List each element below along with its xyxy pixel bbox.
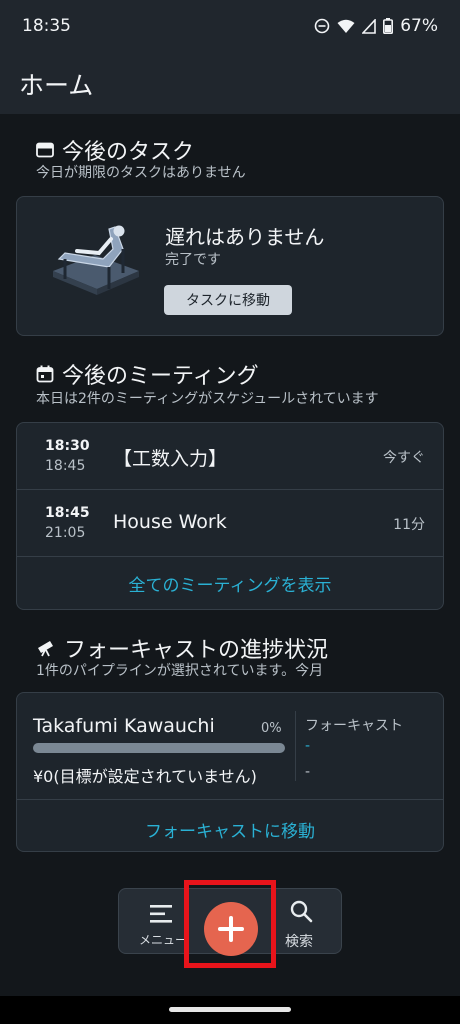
meetings-section-subtitle: 本日は2件のミーティングがスケジュールされています <box>36 391 379 407</box>
search-label: 検索 <box>285 934 313 950</box>
show-all-meetings-link[interactable]: 全てのミーティングを表示 <box>17 571 443 596</box>
relaxing-person-illustration <box>53 225 139 295</box>
meeting-title: 【工数入力】 <box>113 448 228 470</box>
meeting-start-relative: 今すぐ <box>383 450 425 466</box>
highlight-box <box>184 880 276 968</box>
forecast-section-subtitle: 1件のパイプラインが選択されています。今月 <box>36 663 324 679</box>
forecast-secondary-value: - <box>305 764 311 780</box>
go-to-tasks-button[interactable]: タスクに移動 <box>164 285 292 315</box>
telescope-icon <box>38 641 53 657</box>
battery-percent: 67% <box>400 16 438 36</box>
status-icons: 67% <box>314 16 438 36</box>
home-content[interactable]: 今後のタスク 今日が期限のタスクはありません 遅れはありません 完了です タスク… <box>0 114 460 996</box>
cell-signal-icon <box>362 18 377 34</box>
gesture-handle[interactable] <box>169 1007 291 1012</box>
forecast-value: - <box>305 738 311 754</box>
meeting-row[interactable]: 18:30 18:45 【工数入力】 今すぐ <box>17 423 443 490</box>
status-bar: 18:35 67% <box>0 0 460 52</box>
forecast-amount: ¥0(目標が設定されていません) <box>33 767 257 786</box>
do-not-disturb-icon <box>314 18 330 34</box>
tasks-section-subtitle: 今日が期限のタスクはありません <box>36 165 246 181</box>
task-card: 遅れはありません 完了です タスクに移動 <box>16 196 444 336</box>
status-time: 18:35 <box>22 16 71 36</box>
task-tray-icon <box>36 142 54 158</box>
forecast-user-name: Takafumi Kawauchi <box>33 715 215 737</box>
go-to-forecast-link[interactable]: フォーキャストに移動 <box>17 817 443 842</box>
meeting-title: House Work <box>113 511 227 533</box>
search-icon <box>290 900 313 923</box>
meetings-section-header: 今後のミーティング <box>36 358 259 390</box>
meeting-start-time: 18:45 <box>45 505 90 521</box>
meeting-start-relative: 11分 <box>393 517 425 533</box>
meeting-end-time: 21:05 <box>45 525 86 541</box>
forecast-card-divider <box>17 799 443 800</box>
app-bar: ホーム <box>0 52 460 114</box>
task-card-subtitle: 完了です <box>165 252 221 268</box>
battery-icon <box>383 18 394 34</box>
system-nav-bar <box>0 996 460 1024</box>
menu-icon <box>150 905 172 923</box>
forecast-card: Takafumi Kawauchi 0% ¥0(目標が設定されていません) フォ… <box>16 692 444 852</box>
menu-label: メニュー <box>139 933 188 947</box>
forecast-label: フォーキャスト <box>305 718 403 734</box>
forecast-divider <box>295 711 296 781</box>
meeting-start-time: 18:30 <box>45 438 90 454</box>
forecast-progress-bar <box>33 743 285 753</box>
page-title: ホーム <box>19 71 94 100</box>
wifi-icon <box>337 19 355 33</box>
search-button[interactable]: 検索 <box>269 889 343 955</box>
meeting-end-time: 18:45 <box>45 458 86 474</box>
forecast-percent: 0% <box>261 721 282 736</box>
meetings-section-title: 今後のミーティング <box>62 364 259 389</box>
meetings-card: 18:30 18:45 【工数入力】 今すぐ 18:45 21:05 House… <box>16 422 444 610</box>
task-card-title: 遅れはありません <box>165 225 325 249</box>
calendar-icon <box>36 365 54 383</box>
meeting-row[interactable]: 18:45 21:05 House Work 11分 <box>17 490 443 557</box>
